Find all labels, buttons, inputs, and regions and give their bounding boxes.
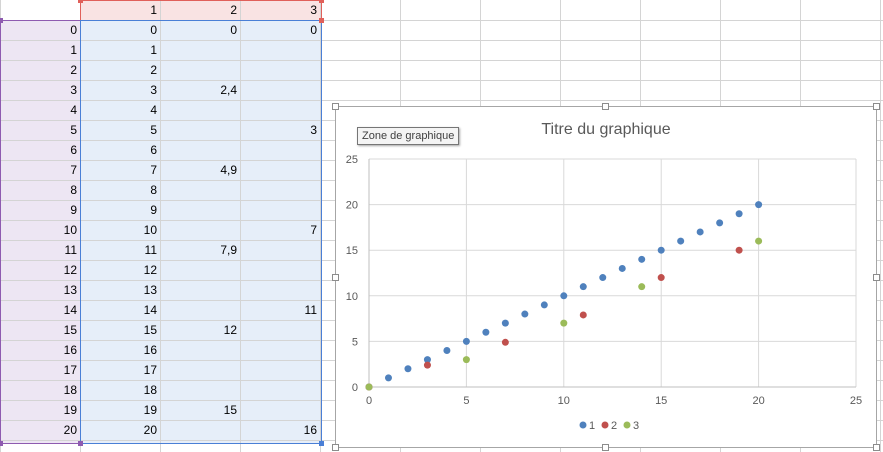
chart-resize-handle[interactable] [332, 444, 339, 451]
series-1-point [462, 337, 470, 345]
x-tick-label: 10 [558, 395, 570, 407]
series-3-point [560, 319, 568, 327]
series-1-point [716, 219, 724, 227]
column-gridline [880, 0, 881, 452]
y-tick-label: 0 [352, 382, 358, 394]
range-handle[interactable] [319, 0, 324, 3]
series-1-point [618, 264, 626, 272]
scatter-plot[interactable]: 0 5 10 15 20 25 0 5 10 15 20 25 1 2 3 [336, 107, 876, 447]
series-1-point [560, 292, 568, 300]
y-tick-label: 15 [346, 245, 358, 257]
series-1-point [755, 201, 763, 209]
series-1-point [482, 328, 490, 336]
y-tick-label: 5 [352, 336, 358, 348]
chart-resize-handle[interactable] [873, 103, 880, 110]
x-values-range-border[interactable] [0, 20, 81, 444]
y-values-range-border[interactable] [80, 20, 322, 444]
chart-resize-handle[interactable] [602, 444, 609, 451]
series-3-point [365, 383, 373, 391]
series-2-point [579, 311, 587, 319]
series-3-point [462, 356, 470, 364]
legend-marker-1 [579, 421, 587, 429]
series-1-point [501, 319, 509, 327]
series-1-point [404, 365, 412, 373]
series-1-point [677, 237, 685, 245]
series-1-point [384, 374, 392, 382]
chart-resize-handle[interactable] [602, 103, 609, 110]
y-tick-label: 25 [346, 154, 358, 166]
legend-label-3: 3 [633, 420, 639, 432]
legend-marker-2 [601, 421, 609, 429]
legend-label-2: 2 [611, 420, 617, 432]
series-1-point [521, 310, 529, 318]
y-tick-label: 10 [346, 291, 358, 303]
x-tick-label: 5 [463, 395, 469, 407]
chart-area-tooltip: Zone de graphique [357, 127, 460, 145]
x-tick-label: 15 [655, 395, 667, 407]
series-1-point [579, 283, 587, 291]
chart-resize-handle[interactable] [873, 444, 880, 451]
series-2-point [423, 361, 431, 369]
series-2-point [501, 338, 509, 346]
series-1-point [443, 347, 451, 355]
range-handle[interactable] [78, 441, 83, 446]
series-3-point [638, 283, 646, 291]
series-1-point [696, 228, 704, 236]
series-1-point [540, 301, 548, 309]
series-2-point [657, 274, 665, 282]
legend-marker-3 [623, 421, 631, 429]
range-handle[interactable] [319, 441, 324, 446]
series-name-range-border[interactable] [80, 0, 322, 21]
x-tick-label: 25 [850, 395, 862, 407]
range-handle[interactable] [0, 18, 3, 23]
range-handle[interactable] [78, 0, 83, 3]
chart-resize-handle[interactable] [332, 103, 339, 110]
chart-area[interactable]: Titre du graphique 0 5 10 15 20 25 0 5 10 15 20 25 1… [335, 106, 877, 448]
range-handle[interactable] [319, 18, 324, 23]
range-handle[interactable] [0, 441, 3, 446]
series-3-point [755, 237, 763, 245]
cell[interactable] [0, 0, 80, 20]
series-1-point [735, 210, 743, 218]
series-2-point [735, 246, 743, 254]
chart-resize-handle[interactable] [873, 274, 880, 281]
series-1-point [638, 255, 646, 263]
series-1-point [599, 274, 607, 282]
x-tick-label: 0 [366, 395, 372, 407]
x-tick-label: 20 [752, 395, 764, 407]
series-1-point [657, 246, 665, 254]
legend-label-1: 1 [589, 420, 595, 432]
y-tick-label: 20 [346, 200, 358, 212]
chart-resize-handle[interactable] [332, 274, 339, 281]
